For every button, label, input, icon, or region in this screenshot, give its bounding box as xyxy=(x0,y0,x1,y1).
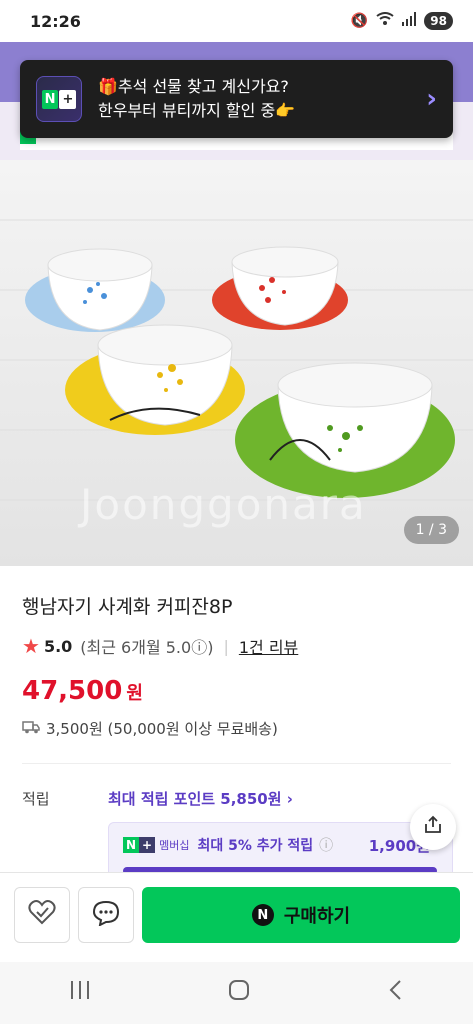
status-time: 12:26 xyxy=(30,11,81,31)
price-value: 47,500 xyxy=(22,676,123,706)
share-icon xyxy=(422,814,444,841)
status-icons: 🔇 98 xyxy=(351,12,453,30)
signal-icon xyxy=(402,12,417,30)
divider xyxy=(22,763,451,764)
back-icon[interactable] xyxy=(386,978,406,1008)
naver-plus-badge-n: N xyxy=(123,837,140,853)
chevron-right-icon[interactable]: › xyxy=(426,84,437,114)
naver-plus-badge-plus: + xyxy=(139,837,156,853)
naver-n-icon: N xyxy=(251,904,274,926)
membership-tag: 멤버십 xyxy=(159,839,190,852)
recent-apps-icon[interactable] xyxy=(68,979,92,1007)
promo-line-2: 한우부터 뷰티까지 할인 중👉 xyxy=(98,101,296,120)
talk-button[interactable] xyxy=(78,887,134,943)
points-max-link[interactable]: 최대 적립 포인트 5,850원 › xyxy=(108,788,293,809)
star-icon: ★ xyxy=(22,634,40,658)
rating-separator: | xyxy=(223,636,229,656)
chat-bubble-icon xyxy=(92,900,120,930)
shipping-text: 3,500원 (50,000원 이상 무료배송) xyxy=(46,720,278,738)
naver-plus-logo: N + xyxy=(36,76,82,122)
truck-icon xyxy=(22,720,40,738)
watermark: Joonggonara xyxy=(80,480,367,529)
home-icon[interactable] xyxy=(227,978,251,1008)
info-icon[interactable]: ⓘ xyxy=(319,835,333,855)
rating-row: ★ 5.0 (최근 6개월 5.0ⓘ) | 1건 리뷰 xyxy=(22,634,298,658)
membership-row: N + 멤버십 최대 5% 추가 적립 ⓘ xyxy=(123,835,333,855)
image-counter: 1 / 3 xyxy=(403,516,459,544)
shipping-info: 3,500원 (50,000원 이상 무료배송) xyxy=(22,718,278,739)
wishlist-button[interactable] xyxy=(14,887,70,943)
rating-value: 5.0 xyxy=(43,636,73,656)
promo-text: 🎁추석 선물 찾고 계신가요? 한우부터 뷰티까지 할인 중👉 xyxy=(98,75,426,123)
battery-indicator: 98 xyxy=(424,12,453,30)
status-bar: 12:26 🔇 98 xyxy=(0,0,473,42)
review-link[interactable]: 1건 리뷰 xyxy=(239,634,298,658)
promo-banner[interactable]: N + 🎁추석 선물 찾고 계신가요? 한우부터 뷰티까지 할인 중👉 › xyxy=(20,60,453,138)
wifi-icon xyxy=(376,12,394,30)
system-nav-bar xyxy=(0,962,473,1024)
product-image[interactable]: Joonggonara 1 / 3 xyxy=(0,160,473,566)
mute-icon: 🔇 xyxy=(350,13,369,29)
heart-check-icon xyxy=(28,899,56,931)
price: 47,500 원 xyxy=(22,676,143,706)
points-label: 적립 xyxy=(22,790,50,808)
share-button[interactable] xyxy=(410,804,456,850)
bottom-action-bar: N 구매하기 xyxy=(0,872,473,962)
membership-text: 최대 5% 추가 적립 xyxy=(197,838,314,854)
buy-button-label: 구매하기 xyxy=(283,906,351,927)
rating-note: (최근 6개월 5.0ⓘ) xyxy=(80,638,214,657)
product-title: 행남자기 사계화 커피잔8P xyxy=(22,596,233,618)
buy-button[interactable]: N 구매하기 xyxy=(142,887,460,943)
promo-line-1: 🎁추석 선물 찾고 계신가요? xyxy=(98,77,289,96)
price-unit: 원 xyxy=(126,683,143,704)
